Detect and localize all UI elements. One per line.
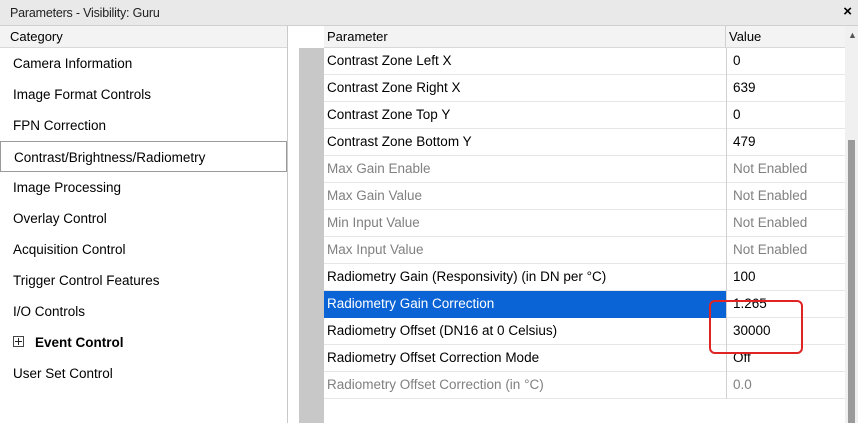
- parameter-value[interactable]: 639: [733, 80, 756, 95]
- category-item-io-controls[interactable]: I/O Controls: [0, 296, 287, 327]
- parameter-name: Contrast Zone Bottom Y: [327, 134, 472, 149]
- category-item-acquisition-control[interactable]: Acquisition Control: [0, 234, 287, 265]
- category-panel: Category Camera Information Image Format…: [0, 26, 288, 423]
- parameter-row[interactable]: Contrast Zone Bottom Y 479: [324, 129, 845, 156]
- annotation-highlight-box: [709, 300, 803, 354]
- parameter-value[interactable]: 0: [733, 53, 741, 68]
- category-item-overlay-control[interactable]: Overlay Control: [0, 203, 287, 234]
- parameter-value: Not Enabled: [733, 188, 808, 203]
- parameter-row[interactable]: Radiometry Gain (Responsivity) (in DN pe…: [324, 264, 845, 291]
- scrollbar-thumb[interactable]: [848, 140, 855, 423]
- parameter-row[interactable]: Contrast Zone Left X 0: [324, 48, 845, 75]
- parameter-name: Max Gain Value: [327, 188, 423, 203]
- value-column-header[interactable]: Value: [726, 26, 845, 48]
- parameter-name: Min Input Value: [327, 215, 420, 230]
- parameter-name: Contrast Zone Right X: [327, 80, 461, 95]
- value-header-label: Value: [729, 29, 762, 44]
- category-item-event-control[interactable]: Event Control: [0, 327, 287, 358]
- parameter-name: Radiometry Gain (Responsivity) (in DN pe…: [327, 269, 607, 284]
- parameter-row[interactable]: Max Gain Value Not Enabled: [324, 183, 845, 210]
- category-item-label: Event Control: [35, 335, 124, 350]
- parameter-row[interactable]: Min Input Value Not Enabled: [324, 210, 845, 237]
- category-item-contrast-brightness-radiometry[interactable]: Contrast/Brightness/Radiometry: [0, 141, 287, 172]
- vertical-scrollbar[interactable]: ▲: [845, 26, 858, 423]
- parameter-name: Max Input Value: [327, 242, 424, 257]
- category-item-camera-information[interactable]: Camera Information: [0, 48, 287, 79]
- parameter-panel: Parameter Value Contrast Zone Left X 0 C…: [288, 26, 858, 423]
- parameter-name: Contrast Zone Top Y: [327, 107, 451, 122]
- parameter-value: Not Enabled: [733, 161, 808, 176]
- parameter-value: Not Enabled: [733, 242, 808, 257]
- category-item-image-processing[interactable]: Image Processing: [0, 172, 287, 203]
- parameter-value[interactable]: 100: [733, 269, 756, 284]
- parameter-value[interactable]: 0: [733, 107, 741, 122]
- close-icon[interactable]: ×: [843, 3, 852, 20]
- parameter-name: Radiometry Gain Correction: [327, 296, 495, 311]
- category-header-label: Category: [10, 29, 63, 44]
- expand-plus-icon[interactable]: [13, 335, 24, 347]
- parameter-gutter: [299, 48, 324, 423]
- parameter-row[interactable]: Radiometry Offset Correction (in °C) 0.0: [324, 372, 845, 399]
- category-item-image-format-controls[interactable]: Image Format Controls: [0, 79, 287, 110]
- parameter-name: Radiometry Offset Correction (in °C): [327, 377, 544, 392]
- category-item-trigger-control-features[interactable]: Trigger Control Features: [0, 265, 287, 296]
- parameter-name: Radiometry Offset (DN16 at 0 Celsius): [327, 323, 558, 338]
- parameter-value: 0.0: [733, 377, 752, 392]
- parameter-row[interactable]: Contrast Zone Right X 639: [324, 75, 845, 102]
- window-title: Parameters - Visibility: Guru: [10, 6, 160, 20]
- scroll-up-icon[interactable]: ▲: [848, 30, 857, 40]
- parameter-row[interactable]: Contrast Zone Top Y 0: [324, 102, 845, 129]
- parameter-row[interactable]: Max Gain Enable Not Enabled: [324, 156, 845, 183]
- parameter-name: Max Gain Enable: [327, 161, 431, 176]
- parameter-name: Contrast Zone Left X: [327, 53, 452, 68]
- category-item-fpn-correction[interactable]: FPN Correction: [0, 110, 287, 141]
- parameter-row[interactable]: Max Input Value Not Enabled: [324, 237, 845, 264]
- parameter-name: Radiometry Offset Correction Mode: [327, 350, 540, 365]
- parameter-header-label: Parameter: [327, 29, 388, 44]
- parameter-value[interactable]: 479: [733, 134, 756, 149]
- category-column-header[interactable]: Category: [0, 26, 287, 48]
- title-bar: Parameters - Visibility: Guru ×: [0, 0, 858, 26]
- parameter-column-header[interactable]: Parameter: [324, 26, 726, 48]
- category-item-user-set-control[interactable]: User Set Control: [0, 358, 287, 389]
- parameter-value: Not Enabled: [733, 215, 808, 230]
